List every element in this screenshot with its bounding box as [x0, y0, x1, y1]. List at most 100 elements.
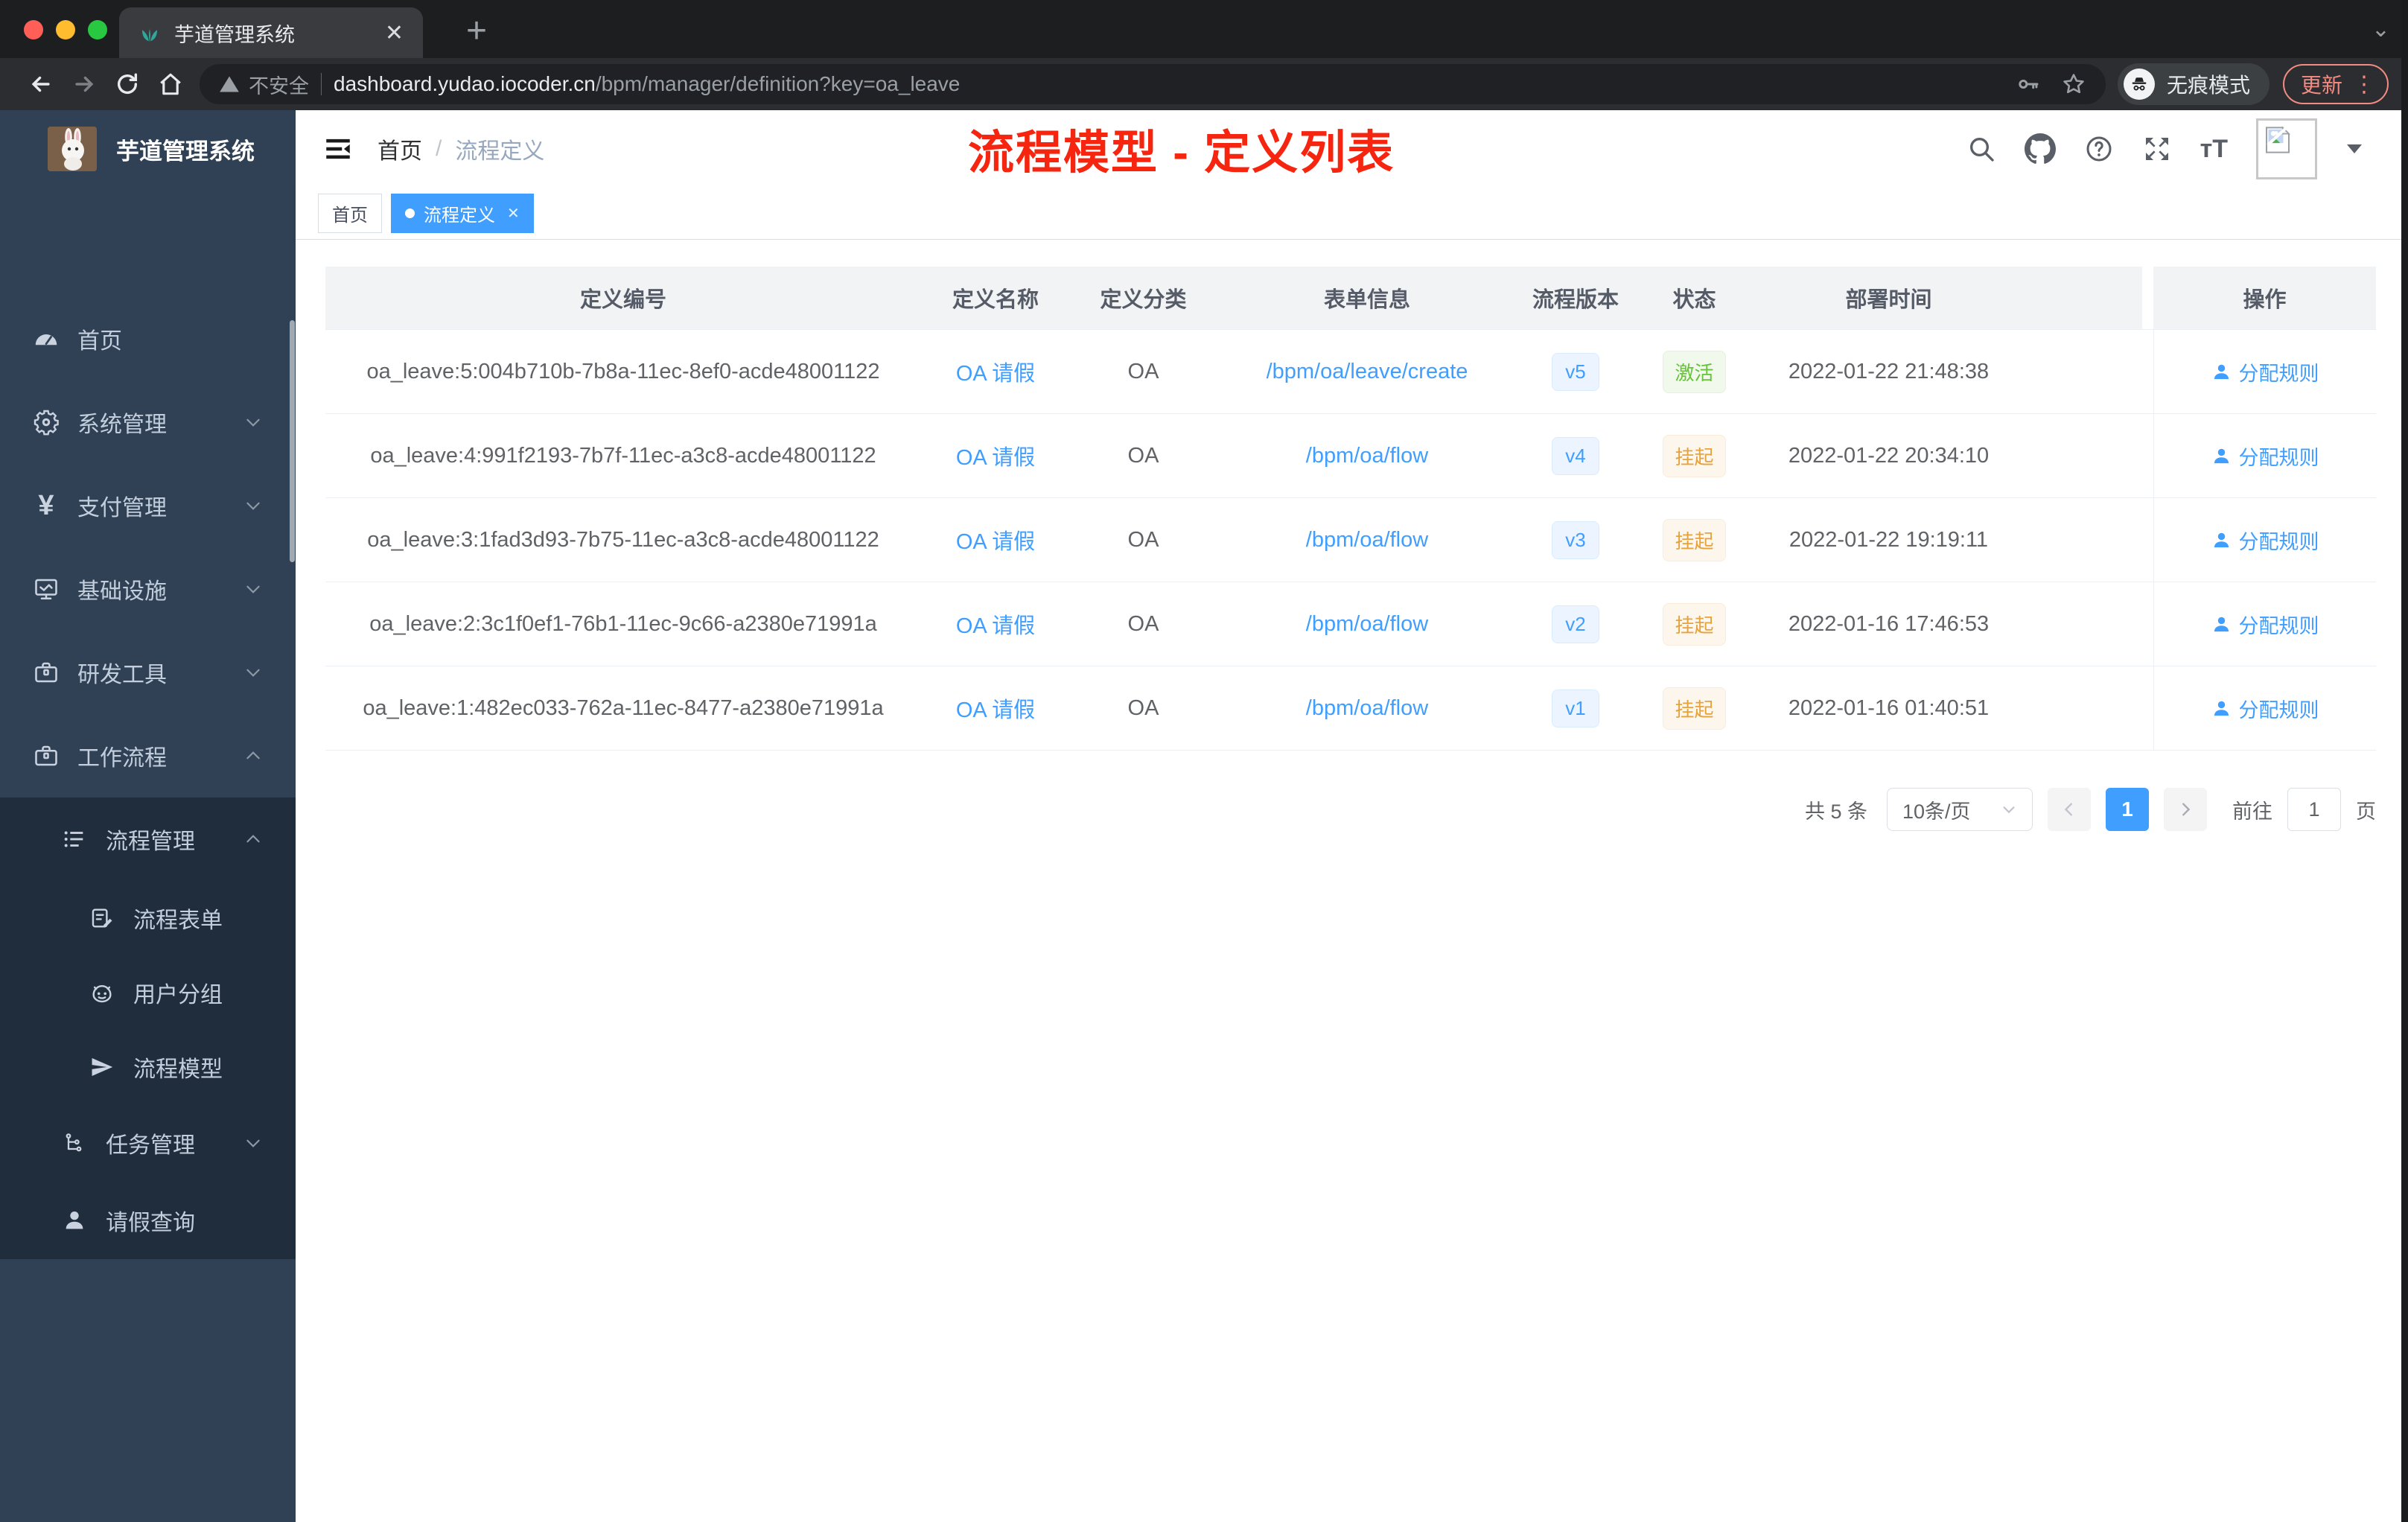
- dashboard-icon: [30, 325, 63, 352]
- address-bar[interactable]: 不安全 dashboard.yudao.iocoder.cn/bpm/manag…: [200, 64, 2106, 104]
- sidebar-item-dev-tools[interactable]: 研发工具: [0, 631, 296, 714]
- monitor-icon: [30, 576, 63, 602]
- sidebar-item-workflow[interactable]: 工作流程: [0, 714, 296, 797]
- definition-name-link[interactable]: OA 请假: [956, 692, 1035, 724]
- avatar[interactable]: [2256, 118, 2317, 179]
- chevron-down-icon: [243, 496, 263, 515]
- browser-menu-dots-icon[interactable]: ⋮: [2353, 71, 2375, 98]
- next-page-button[interactable]: [2164, 788, 2207, 831]
- security-warning[interactable]: 不安全: [219, 70, 309, 99]
- definition-name-link[interactable]: OA 请假: [956, 356, 1035, 387]
- font-size-icon[interactable]: тT: [2200, 135, 2228, 164]
- table-row: oa_leave:1:482ec033-762a-11ec-8477-a2380…: [325, 666, 2376, 751]
- caret-down-icon[interactable]: [2345, 143, 2363, 155]
- sidebar-collapse-icon[interactable]: [321, 132, 355, 166]
- version-badge: v1: [1552, 689, 1599, 727]
- column-header: 定义编号: [325, 267, 921, 329]
- prev-page-button[interactable]: [2048, 788, 2091, 831]
- form-link[interactable]: /bpm/oa/flow: [1306, 444, 1428, 468]
- home-button[interactable]: [149, 64, 192, 104]
- deploy-time: 2022-01-16 17:46:53: [1788, 611, 1990, 636]
- definition-name-link[interactable]: OA 请假: [956, 608, 1035, 640]
- tag-process-definition[interactable]: 流程定义 ✕: [391, 194, 534, 233]
- maximize-window-button[interactable]: [88, 20, 107, 39]
- definition-name-link[interactable]: OA 请假: [956, 440, 1035, 471]
- table-row: oa_leave:3:1fad3d93-7b75-11ec-a3c8-acde4…: [325, 498, 2376, 582]
- tags-view: 首页 流程定义 ✕: [296, 188, 2408, 240]
- assign-rule-button[interactable]: 分配规则: [2211, 442, 2319, 471]
- workflow-submenu: 流程管理 流程表单 用户分组 流程模型 任务管理 请假查询: [0, 797, 296, 1259]
- search-icon[interactable]: [1966, 134, 1996, 164]
- pagination-total: 共 5 条: [1804, 800, 1867, 823]
- sidebar-item-user-group[interactable]: 用户分组: [0, 955, 296, 1030]
- definition-table: 定义编号 定义名称 定义分类 表单信息 流程版本 状态 部署时间 操作 oa_l…: [325, 267, 2376, 751]
- browser-tab[interactable]: 芋道管理系统 ✕: [119, 7, 423, 58]
- toolbox-icon: [30, 659, 63, 686]
- page-content: 定义编号 定义名称 定义分类 表单信息 流程版本 状态 部署时间 操作 oa_l…: [296, 240, 2408, 1522]
- column-header: 定义分类: [1070, 267, 1217, 329]
- assign-rule-button[interactable]: 分配规则: [2211, 357, 2319, 386]
- minimize-window-button[interactable]: [56, 20, 75, 39]
- logo-avatar-image: [48, 127, 97, 171]
- sidebar-item-infrastructure[interactable]: 基础设施: [0, 547, 296, 631]
- briefcase-icon: [30, 742, 63, 769]
- table-header-row: 定义编号 定义名称 定义分类 表单信息 流程版本 状态 部署时间 操作: [325, 267, 2376, 330]
- new-tab-button[interactable]: +: [466, 10, 487, 51]
- deploy-time: 2022-01-22 19:19:11: [1789, 527, 1989, 552]
- sidebar-item-system[interactable]: 系统管理: [0, 380, 296, 464]
- user-group-icon: [86, 980, 118, 1005]
- favicon-leaf-icon: [138, 22, 161, 44]
- sidebar-item-leave-query[interactable]: 请假查询: [0, 1182, 296, 1259]
- form-link[interactable]: /bpm/oa/flow: [1306, 612, 1428, 637]
- form-link[interactable]: /bpm/oa/leave/create: [1267, 360, 1468, 384]
- version-badge: v3: [1552, 520, 1599, 559]
- table-gutter: [2142, 267, 2153, 329]
- form-link[interactable]: /bpm/oa/flow: [1306, 696, 1428, 721]
- sidebar-item-process-model[interactable]: 流程模型: [0, 1030, 296, 1104]
- sidebar-item-process-management[interactable]: 流程管理: [0, 797, 296, 881]
- url-text[interactable]: dashboard.yudao.iocoder.cn/bpm/manager/d…: [334, 72, 2004, 96]
- assign-rule-button[interactable]: 分配规则: [2211, 610, 2319, 639]
- bookmark-star-icon[interactable]: [2061, 71, 2086, 97]
- sidebar-item-home[interactable]: 首页: [0, 297, 296, 380]
- form-edit-icon: [86, 905, 118, 931]
- page-size-select[interactable]: 10条/页: [1887, 788, 2033, 831]
- column-header: 表单信息: [1217, 267, 1517, 329]
- deploy-time: 2022-01-22 21:48:38: [1788, 359, 1990, 383]
- sidebar-item-payment[interactable]: ¥ 支付管理: [0, 464, 296, 547]
- form-link[interactable]: /bpm/oa/flow: [1306, 528, 1428, 553]
- back-button[interactable]: [19, 64, 63, 104]
- page-header: 首页 / 流程定义 流程模型 - 定义列表 тT: [296, 110, 2408, 188]
- tab-search-icon[interactable]: ⌄: [2372, 16, 2390, 42]
- key-icon[interactable]: [2016, 72, 2040, 96]
- sidebar-logo[interactable]: 芋道管理系统: [0, 110, 296, 188]
- warning-triangle-icon: [220, 76, 239, 92]
- help-icon[interactable]: [2084, 134, 2114, 164]
- assign-rule-button[interactable]: 分配规则: [2211, 694, 2319, 723]
- tab-close-icon[interactable]: ✕: [385, 20, 404, 46]
- table-row: oa_leave:5:004b710b-7b8a-11ec-8ef0-acde4…: [325, 330, 2376, 414]
- column-header: 定义名称: [921, 267, 1070, 329]
- page-number-button[interactable]: 1: [2106, 788, 2149, 831]
- column-header: 状态: [1634, 267, 1755, 329]
- update-button[interactable]: 更新 ⋮: [2282, 64, 2389, 104]
- fullscreen-icon[interactable]: [2142, 134, 2172, 164]
- sidebar-menu: 首页 系统管理 ¥ 支付管理 基础设施 研发工具 工作流程 流程管理 流程表单 …: [0, 297, 296, 1259]
- goto-page-input[interactable]: [2287, 788, 2341, 831]
- close-window-button[interactable]: [24, 20, 43, 39]
- github-icon[interactable]: [2024, 133, 2056, 165]
- definition-name-link[interactable]: OA 请假: [956, 524, 1035, 555]
- breadcrumb-home[interactable]: 首页: [378, 133, 422, 165]
- sidebar-item-task-management[interactable]: 任务管理: [0, 1104, 296, 1182]
- table-row: oa_leave:4:991f2193-7b7f-11ec-a3c8-acde4…: [325, 414, 2376, 498]
- tag-home[interactable]: 首页: [318, 194, 382, 233]
- status-badge: 挂起: [1663, 518, 1726, 561]
- forward-button[interactable]: [63, 64, 106, 104]
- sidebar-scrollbar[interactable]: [290, 320, 295, 562]
- tag-close-icon[interactable]: ✕: [507, 204, 520, 223]
- sidebar-item-process-form[interactable]: 流程表单: [0, 881, 296, 955]
- definition-category: OA: [1127, 443, 1159, 468]
- assign-rule-button[interactable]: 分配规则: [2211, 526, 2319, 555]
- reload-button[interactable]: [106, 64, 149, 104]
- user-icon: [2214, 617, 2229, 631]
